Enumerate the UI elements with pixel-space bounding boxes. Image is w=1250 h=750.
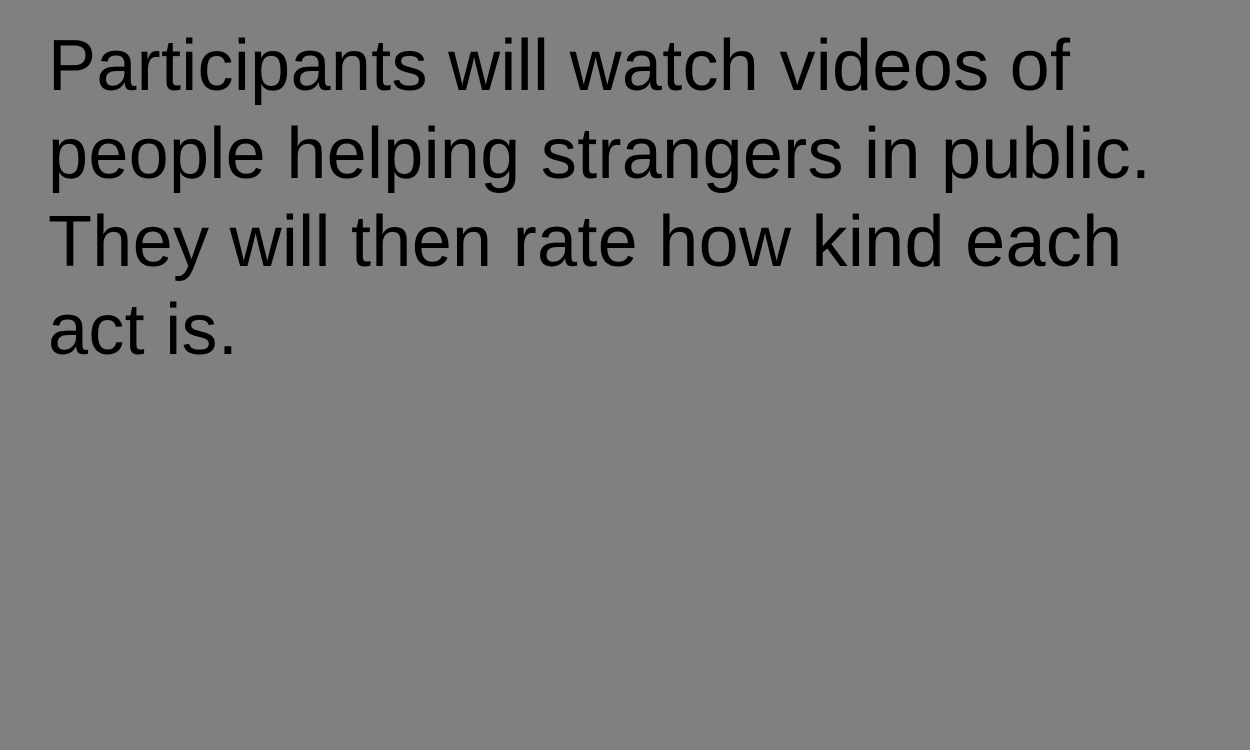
instruction-text: Participants will watch videos of people… (48, 26, 1152, 370)
instruction-screen: Participants will watch videos of people… (0, 0, 1250, 750)
